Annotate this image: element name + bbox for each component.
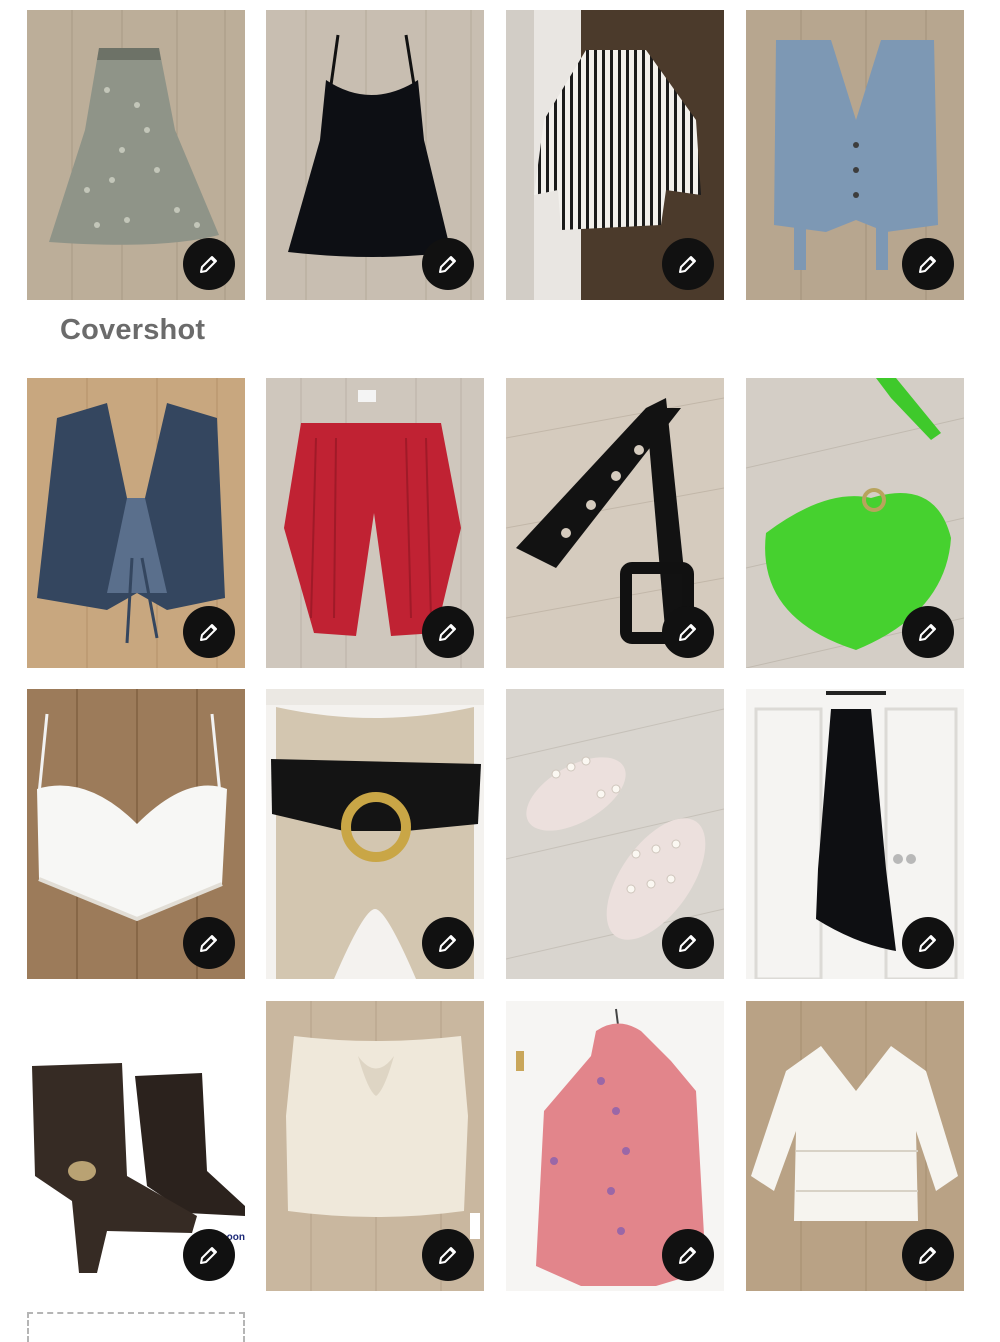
listing-photo-cream-tube-top[interactable] — [266, 1001, 484, 1291]
listing-photo-striped-shirt[interactable] — [506, 10, 724, 300]
pencil-icon — [919, 935, 936, 952]
listing-photo-black-belt[interactable] — [506, 378, 724, 668]
pencil-icon — [200, 935, 217, 952]
pencil-icon — [679, 1247, 696, 1264]
pencil-icon — [439, 1247, 456, 1264]
edit-listing-button[interactable] — [422, 606, 474, 658]
edit-listing-button[interactable] — [183, 238, 235, 290]
edit-listing-button[interactable] — [902, 1229, 954, 1281]
pencil-icon — [200, 256, 217, 273]
pencil-icon — [679, 256, 696, 273]
listing-photo-black-slip-dress[interactable] — [746, 689, 964, 979]
edit-listing-button[interactable] — [662, 917, 714, 969]
listing-photo-denim-tie-vest[interactable] — [27, 378, 245, 668]
listing-photo-red-pants[interactable] — [266, 378, 484, 668]
edit-listing-button[interactable] — [183, 1229, 235, 1281]
listing-photo-ring-belt[interactable] — [266, 689, 484, 979]
pencil-icon — [919, 1247, 936, 1264]
pencil-icon — [679, 624, 696, 641]
listing-photo-black-lace-dress[interactable] — [266, 10, 484, 300]
listing-photo-green-halter[interactable] — [746, 378, 964, 668]
pencil-icon — [439, 624, 456, 641]
listing-photo-floral-skirt[interactable] — [27, 10, 245, 300]
edit-listing-button[interactable] — [902, 238, 954, 290]
listing-photo-white-tunic[interactable] — [746, 1001, 964, 1291]
pencil-icon — [439, 256, 456, 273]
edit-listing-button[interactable] — [183, 917, 235, 969]
listing-photo-denim-vest[interactable] — [746, 10, 964, 300]
listing-photo-pink-poncho[interactable] — [506, 1001, 724, 1291]
edit-listing-button[interactable] — [422, 238, 474, 290]
pencil-icon — [919, 256, 936, 273]
pencil-icon — [919, 624, 936, 641]
pencil-icon — [439, 935, 456, 952]
covershot-section-title: Covershot — [60, 314, 206, 346]
edit-listing-button[interactable] — [662, 606, 714, 658]
pencil-icon — [200, 624, 217, 641]
pencil-icon — [200, 1247, 217, 1264]
edit-listing-button[interactable] — [183, 606, 235, 658]
listing-photo-white-lace-cami[interactable] — [27, 689, 245, 979]
edit-listing-button[interactable] — [662, 1229, 714, 1281]
listing-photo-suede-boots[interactable]: Da.oon — [27, 1001, 245, 1291]
edit-listing-button[interactable] — [662, 238, 714, 290]
edit-listing-button[interactable] — [902, 917, 954, 969]
edit-listing-button[interactable] — [902, 606, 954, 658]
edit-listing-button[interactable] — [422, 1229, 474, 1281]
listing-photo-pearl-sandals[interactable] — [506, 689, 724, 979]
edit-listing-button[interactable] — [422, 917, 474, 969]
add-photo-slot[interactable] — [27, 1312, 245, 1342]
pencil-icon — [679, 935, 696, 952]
